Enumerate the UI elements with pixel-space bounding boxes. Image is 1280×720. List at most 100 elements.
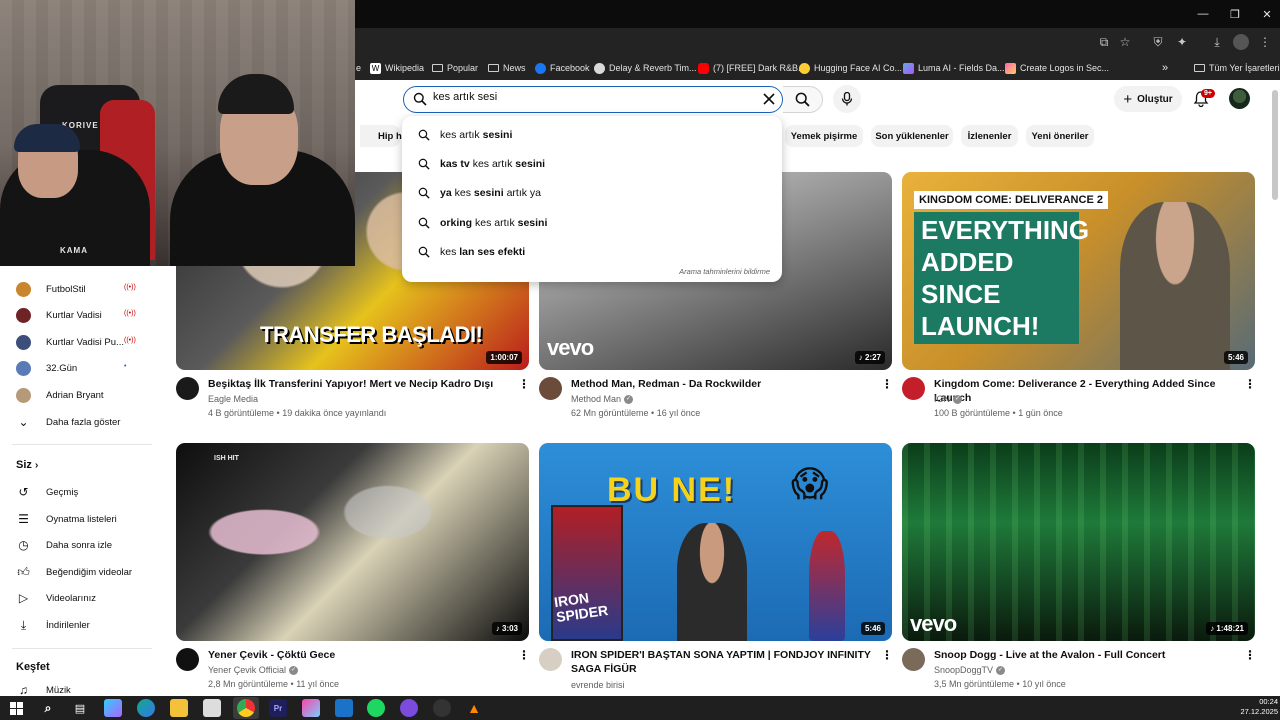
video-channel[interactable]: SnoopDoggTV ✓: [934, 664, 1006, 677]
bookmarks-overflow-icon[interactable]: »: [1162, 60, 1168, 76]
chip-yeni-oneriler[interactable]: Yeni öneriler: [1026, 125, 1094, 147]
bookmark-create-logos[interactable]: Create Logos in Sec...: [1005, 60, 1109, 76]
chip-label: İzlenenler: [967, 130, 1012, 142]
chip-yemek-pisirme[interactable]: Yemek pişirme: [785, 125, 863, 147]
suggestion-item[interactable]: kes lan ses efekti: [418, 243, 525, 261]
channel-avatar[interactable]: [539, 648, 562, 671]
chip-hip-hop[interactable]: Hip ho: [360, 125, 408, 147]
install-app-icon[interactable]: ⧉: [1096, 34, 1112, 50]
channel-avatar[interactable]: [176, 648, 199, 671]
clear-search-icon[interactable]: [763, 93, 775, 105]
premiere-pro-icon[interactable]: Pr: [269, 699, 287, 717]
spotify-icon[interactable]: [367, 699, 385, 717]
sidebar-you-heading[interactable]: Siz ›: [16, 459, 38, 471]
sidebar-item-downloads[interactable]: ⤓ İndirilenler: [16, 616, 90, 634]
video-channel[interactable]: Yener Çevik Official ✓: [208, 664, 299, 677]
video-thumbnail[interactable]: KINGDOM COME: DELIVERANCE 2 EVERYTHING A…: [902, 172, 1255, 370]
video-title[interactable]: Yener Çevik - Çöktü Gece: [208, 648, 513, 662]
download-icon[interactable]: ⤓: [1209, 34, 1225, 50]
bookmark-delay-reverb[interactable]: Delay & Reverb Tim...: [594, 60, 697, 76]
voice-search-button[interactable]: [833, 85, 861, 113]
obs-icon[interactable]: [400, 699, 418, 717]
video-menu-icon[interactable]: ⋮: [518, 648, 530, 662]
video-thumbnail[interactable]: ISH HIT ♪ 3:03: [176, 443, 529, 641]
bookmark-luma-ai[interactable]: Luma AI - Fields Da...: [903, 60, 1005, 76]
sidebar-item-your-videos[interactable]: ▷ Videolarınız: [16, 589, 96, 607]
channel-avatar[interactable]: [539, 377, 562, 400]
search-icon: [418, 187, 430, 199]
video-thumbnail[interactable]: vevo ♪ 1:48:21: [902, 443, 1255, 641]
sidebar-sub-kurtlar-vadisi[interactable]: Kurtlar Vadisi: [16, 306, 102, 324]
video-channel[interactable]: evrende birisi: [571, 679, 625, 692]
video-title[interactable]: Kingdom Come: Deliverance 2 - Everything…: [934, 377, 1254, 405]
video-channel[interactable]: IGN ✓: [934, 393, 963, 406]
sidebar-item-watch-later[interactable]: ◷ Daha sonra izle: [16, 536, 112, 554]
extensions-icon[interactable]: ✦: [1174, 34, 1190, 50]
copilot-icon[interactable]: [104, 699, 122, 717]
video-channel[interactable]: Eagle Media: [208, 393, 258, 406]
all-bookmarks[interactable]: Tüm Yer İşaretleri: [1194, 60, 1280, 76]
scrollbar-thumb[interactable]: [1272, 90, 1278, 200]
video-menu-icon[interactable]: ⋮: [881, 648, 893, 662]
sidebar-item-playlists[interactable]: ☰ Oynatma listeleri: [16, 510, 117, 528]
task-view-icon[interactable]: ▤: [71, 699, 89, 717]
video-title[interactable]: IRON SPIDER'I BAŞTAN SONA YAPTIM | FONDJ…: [571, 648, 876, 676]
edge-icon[interactable]: [137, 699, 155, 717]
bookmark-star-icon[interactable]: ☆: [1117, 34, 1133, 50]
video-menu-icon[interactable]: ⋮: [1244, 648, 1256, 662]
windows-start-icon[interactable]: [7, 699, 25, 717]
sidebar-sub-32-gun[interactable]: 32.Gün: [16, 359, 77, 377]
suggestion-item[interactable]: kes artık sesini: [418, 126, 512, 144]
minimize-icon[interactable]: —: [1186, 0, 1220, 28]
video-menu-icon[interactable]: ⋮: [881, 377, 893, 391]
chip-izlenenler[interactable]: İzlenenler: [961, 125, 1018, 147]
taskbar-search-icon[interactable]: ⌕: [39, 699, 57, 717]
bookmark-facebook[interactable]: Facebook: [535, 60, 590, 76]
taskbar-clock[interactable]: 00:24 27.12.2025: [1234, 697, 1278, 717]
vlc-icon[interactable]: ▲: [465, 699, 483, 717]
facebook-icon: [535, 62, 546, 74]
bookmark-hugging-face[interactable]: Hugging Face AI Co...: [799, 60, 902, 76]
search-icon: [418, 217, 430, 229]
video-menu-icon[interactable]: ⋮: [518, 377, 530, 391]
restore-icon[interactable]: ❐: [1218, 0, 1252, 28]
bookmark-dark-rnb[interactable]: (7) [FREE] Dark R&B...: [698, 60, 806, 76]
video-title[interactable]: Method Man, Redman - Da Rockwilder: [571, 377, 876, 391]
bookmark-popular[interactable]: Popular: [432, 60, 478, 76]
shield-icon[interactable]: ⛨: [1150, 34, 1166, 50]
create-button[interactable]: + Oluştur: [1114, 86, 1182, 112]
suggestion-item[interactable]: orking kes artık sesini: [418, 214, 547, 232]
sidebar-item-history[interactable]: ↺ Geçmiş: [16, 483, 78, 501]
chrome-icon[interactable]: [237, 699, 255, 717]
sidebar-sub-futbolstil[interactable]: FutbolStil: [16, 280, 86, 298]
bookmark-news[interactable]: News: [488, 60, 526, 76]
video-title[interactable]: Snoop Dogg - Live at the Avalon - Full C…: [934, 648, 1254, 662]
search-input[interactable]: kes artık sesi: [433, 91, 497, 103]
video-thumbnail[interactable]: BU NE! 😱 IRON SPIDER 5:46: [539, 443, 892, 641]
profile-icon[interactable]: [1233, 34, 1249, 50]
suggestion-item[interactable]: kas tv kes artık sesini: [418, 155, 545, 173]
bookmark-wikipedia[interactable]: W Wikipedia: [370, 60, 424, 76]
app-icon[interactable]: [302, 699, 320, 717]
sidebar-sub-adrian-bryant[interactable]: Adrian Bryant: [16, 386, 104, 404]
store-icon[interactable]: [203, 699, 221, 717]
chip-son-yuklenenler[interactable]: Son yüklenenler: [871, 125, 953, 147]
menu-kebab-icon[interactable]: ⋮: [1257, 34, 1273, 50]
sidebar-show-more[interactable]: ⌄ Daha fazla göster: [16, 413, 120, 431]
video-channel[interactable]: Method Man ✓: [571, 393, 634, 406]
file-explorer-icon[interactable]: [170, 699, 188, 717]
mail-icon[interactable]: [335, 699, 353, 717]
video-title[interactable]: Beşiktaş İlk Transferini Yapıyor! Mert v…: [208, 377, 513, 391]
report-predictions-link[interactable]: Arama tahminlerini bildirme: [679, 267, 770, 276]
channel-avatar[interactable]: [902, 377, 925, 400]
channel-avatar[interactable]: [902, 648, 925, 671]
close-window-icon[interactable]: ✕: [1250, 0, 1280, 28]
suggestion-text: orking kes artık sesini: [440, 217, 547, 229]
account-avatar[interactable]: [1229, 88, 1250, 109]
channel-avatar[interactable]: [176, 377, 199, 400]
suggestion-item[interactable]: ya kes sesini artık ya: [418, 184, 541, 202]
video-menu-icon[interactable]: ⋮: [1244, 377, 1256, 391]
sidebar-item-liked[interactable]: 👍︎ Beğendiğim videolar: [16, 563, 132, 581]
sidebar-sub-kurtlar-vadisi-pusu[interactable]: Kurtlar Vadisi Pu...: [16, 333, 124, 351]
app-icon[interactable]: [433, 699, 451, 717]
